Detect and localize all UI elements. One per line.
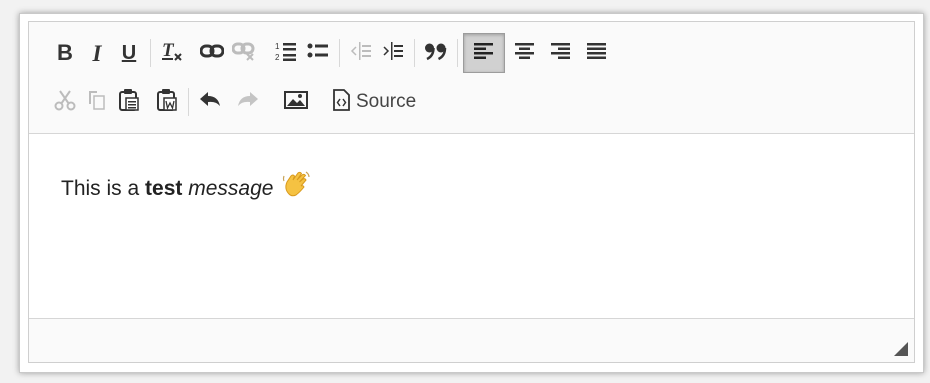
bulleted-list-button[interactable] xyxy=(302,36,334,70)
bulleted-list-icon xyxy=(307,41,329,66)
remove-format-button[interactable]: T xyxy=(156,36,188,70)
align-right-icon xyxy=(551,42,571,65)
blockquote-icon xyxy=(424,41,448,66)
remove-format-icon: T xyxy=(160,39,184,68)
undo-icon xyxy=(198,90,222,115)
align-center-icon xyxy=(515,42,535,65)
editor-content-area[interactable]: This is a test message xyxy=(29,133,914,319)
cut-icon xyxy=(54,89,76,116)
redo-button[interactable] xyxy=(232,85,264,119)
status-bar xyxy=(29,318,914,362)
link-button[interactable] xyxy=(196,36,228,70)
toolbar-separator xyxy=(150,39,151,67)
outdent-button[interactable] xyxy=(345,36,377,70)
rich-text-editor: B I U T 1 2 Source This is a test messag… xyxy=(19,13,924,373)
redo-icon xyxy=(236,90,260,115)
italic-button[interactable]: I xyxy=(81,36,113,70)
source-button-label: Source xyxy=(356,91,417,112)
outdent-icon xyxy=(350,40,372,67)
content-text-bold: test xyxy=(145,177,183,200)
numbered-list-button[interactable]: 12 xyxy=(270,36,302,70)
toolbar-separator xyxy=(414,39,415,67)
toolbar: B I U T 1 2 Source xyxy=(29,22,914,134)
svg-text:1: 1 xyxy=(275,42,280,51)
toolbar-separator xyxy=(339,39,340,67)
paste-icon xyxy=(118,88,140,117)
align-center-button[interactable] xyxy=(509,36,541,70)
resize-handle-icon[interactable] xyxy=(894,342,908,356)
cut-button[interactable] xyxy=(49,85,81,119)
unlink-icon xyxy=(231,41,256,66)
editor-frame: B I U T 1 2 Source This is a test messag… xyxy=(28,21,915,363)
link-icon xyxy=(199,43,225,64)
italic-icon: I xyxy=(92,40,102,66)
toolbar-row-formatting: B I U T 1 2 xyxy=(49,33,613,73)
align-left-button[interactable] xyxy=(463,33,505,73)
align-justify-button[interactable] xyxy=(581,36,613,70)
paste-from-word-button[interactable] xyxy=(151,85,183,119)
image-button[interactable] xyxy=(280,85,312,119)
copy-icon xyxy=(86,89,108,116)
waving-hand-icon xyxy=(282,170,312,204)
underline-button[interactable]: U xyxy=(113,36,145,70)
numbered-list-icon: 12 xyxy=(275,40,297,67)
paste-from-word-icon xyxy=(156,88,178,117)
align-right-button[interactable] xyxy=(545,36,577,70)
svg-text:T: T xyxy=(162,40,175,61)
blockquote-button[interactable] xyxy=(420,36,452,70)
bold-icon: B xyxy=(57,40,73,65)
svg-text:2: 2 xyxy=(275,53,280,62)
paste-button[interactable] xyxy=(113,85,145,119)
toolbar-separator xyxy=(188,88,189,116)
content-text-plain: This is a xyxy=(61,177,146,200)
toolbar-row-clipboard: Source xyxy=(49,84,422,120)
source-button[interactable]: Source xyxy=(326,85,422,119)
toolbar-separator xyxy=(457,39,458,67)
indent-icon xyxy=(382,40,404,67)
underline-icon: U xyxy=(121,42,137,64)
undo-button[interactable] xyxy=(194,85,226,119)
align-left-icon xyxy=(474,42,494,65)
source-icon xyxy=(332,88,350,116)
bold-button[interactable]: B xyxy=(49,36,81,70)
indent-button[interactable] xyxy=(377,36,409,70)
copy-button[interactable] xyxy=(81,85,113,119)
image-icon xyxy=(284,90,308,115)
align-justify-icon xyxy=(587,42,607,65)
content-text-italic: message xyxy=(188,177,274,200)
unlink-button[interactable] xyxy=(228,36,260,70)
